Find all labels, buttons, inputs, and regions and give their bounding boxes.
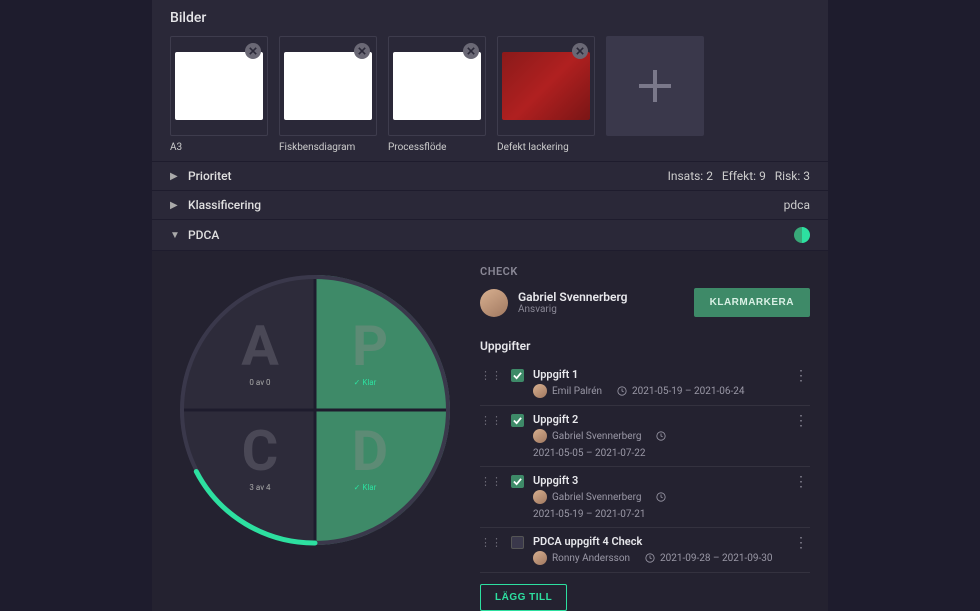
image-card[interactable] [170,36,268,136]
image-card[interactable] [497,36,595,136]
task-assignee: Ronny Andersson [552,553,630,564]
clock-icon [645,553,655,563]
task-meta: Emil Palrén 2021-05-19 – 2021-06-24 [533,384,783,398]
pdca-sub-d: ✓ Klar [354,483,377,492]
pdca-sub-c: 3 av 4 [249,483,271,492]
task-dates: 2021-05-19 – 2021-07-21 [533,509,646,520]
clock-icon [656,431,666,441]
pdca-letter-c: C [242,418,279,484]
images-row [170,36,810,136]
expander-klassificering[interactable]: ▶ Klassificering pdca [152,190,828,219]
thumbnail [175,52,263,120]
task-main: Uppgift 2 Gabriel Svennerberg 2021-05-05 … [533,413,783,459]
image-caption: A3 [170,142,268,153]
clock-icon [617,386,627,396]
image-caption: Defekt lackering [497,142,595,153]
task-row[interactable]: ⋮⋮ Uppgift 3 Gabriel Svennerberg 2021-05-1… [480,467,810,528]
expander-meta: pdca [784,198,810,212]
pdca-wheel: A P C D 0 av 0 ✓ Klar 3 av 4 ✓ Klar [170,265,460,555]
phase-label: CHECK [480,265,810,278]
mark-done-button[interactable]: KLARMARKERA [694,288,810,317]
task-checkbox[interactable] [511,536,524,549]
drag-handle-icon[interactable]: ⋮⋮ [480,369,502,382]
expander-label: Prioritet [188,169,668,183]
clock-icon [656,492,666,502]
close-icon[interactable] [354,43,370,59]
avatar [533,429,547,443]
more-icon[interactable]: ⋮ [792,368,810,384]
task-main: Uppgift 3 Gabriel Svennerberg 2021-05-19 … [533,474,783,520]
tasks-list: ⋮⋮Uppgift 1Emil Palrén 2021-05-19 – 2021… [480,361,810,573]
task-assignee: Gabriel Svennerberg [552,492,642,503]
image-caption: Processflöde [388,142,486,153]
avatar [533,551,547,565]
task-title: Uppgift 2 [533,413,783,426]
task-assignee: Emil Palrén [552,386,602,397]
close-icon[interactable] [245,43,261,59]
task-main: PDCA uppgift 4 Check Ronny Andersson 2021… [533,535,783,565]
more-icon[interactable]: ⋮ [792,413,810,429]
expander-label: Klassificering [188,198,784,212]
task-title: Uppgift 1 [533,368,783,381]
add-image-button[interactable] [606,36,704,136]
drag-handle-icon[interactable]: ⋮⋮ [480,414,502,427]
task-meta: Gabriel Svennerberg 2021-05-05 – 2021-07… [533,429,783,459]
task-meta: Gabriel Svennerberg 2021-05-19 – 2021-07… [533,490,783,520]
main-panel: Bilder [152,0,828,552]
close-icon[interactable] [572,43,588,59]
more-icon[interactable]: ⋮ [792,474,810,490]
more-icon[interactable]: ⋮ [792,535,810,551]
add-task-button[interactable]: LÄGG TILL [480,584,567,611]
task-title: Uppgift 3 [533,474,783,487]
image-caption: Fiskbensdiagram [279,142,377,153]
pdca-sub-p: ✓ Klar [354,378,377,387]
expander-label: PDCA [188,228,794,242]
tasks-title: Uppgifter [480,339,810,353]
owner-name: Gabriel Svennerberg [518,290,628,304]
owner-role: Ansvarig [518,304,628,315]
close-icon[interactable] [463,43,479,59]
avatar [480,289,508,317]
task-dates: 2021-09-28 – 2021-09-30 [660,553,773,564]
owner-row: Gabriel Svennerberg Ansvarig KLARMARKERA [480,288,810,317]
avatar [533,384,547,398]
pdca-sub-a: 0 av 0 [249,378,271,387]
avatar [533,490,547,504]
expander-pdca[interactable]: ▼ PDCA [152,219,828,250]
task-dates: 2021-05-05 – 2021-07-22 [533,448,646,459]
pdca-detail-column: CHECK Gabriel Svennerberg Ansvarig KLARM… [480,265,810,611]
task-title: PDCA uppgift 4 Check [533,535,783,548]
captions-row: A3 Fiskbensdiagram Processflöde Defekt l… [170,142,810,153]
chevron-right-icon: ▶ [170,171,180,182]
task-main: Uppgift 1 Emil Palrén 2021-05-19 – 2021-0… [533,368,783,398]
chevron-right-icon: ▶ [170,200,180,211]
pdca-letter-a: A [241,313,279,379]
task-checkbox[interactable] [511,414,524,427]
drag-handle-icon[interactable]: ⋮⋮ [480,536,502,549]
pdca-body: A P C D 0 av 0 ✓ Klar 3 av 4 ✓ Klar CHEC… [152,250,828,611]
task-row[interactable]: ⋮⋮ PDCA uppgift 4 Check Ronny Andersson 20… [480,528,810,573]
task-checkbox[interactable] [511,475,524,488]
pdca-letter-p: P [352,313,388,379]
task-meta: Ronny Andersson 2021-09-28 – 2021-09-30 [533,551,783,565]
pdca-progress-icon [794,227,810,243]
task-dates: 2021-05-19 – 2021-06-24 [632,386,745,397]
task-assignee: Gabriel Svennerberg [552,431,642,442]
task-checkbox[interactable] [511,369,524,382]
thumbnail [502,52,590,120]
task-row[interactable]: ⋮⋮ Uppgift 1 Emil Palrén 2021-05-19 – 2021… [480,361,810,406]
image-card[interactable] [279,36,377,136]
images-section-title: Bilder [170,10,810,26]
pdca-letter-d: D [352,418,388,484]
chevron-down-icon: ▼ [170,230,180,241]
thumbnail [393,52,481,120]
expander-meta: Insats: 2 Effekt: 9 Risk: 3 [668,169,810,183]
expander-prioritet[interactable]: ▶ Prioritet Insats: 2 Effekt: 9 Risk: 3 [152,161,828,190]
image-card[interactable] [388,36,486,136]
thumbnail [284,52,372,120]
drag-handle-icon[interactable]: ⋮⋮ [480,475,502,488]
task-row[interactable]: ⋮⋮ Uppgift 2 Gabriel Svennerberg 2021-05-0… [480,406,810,467]
